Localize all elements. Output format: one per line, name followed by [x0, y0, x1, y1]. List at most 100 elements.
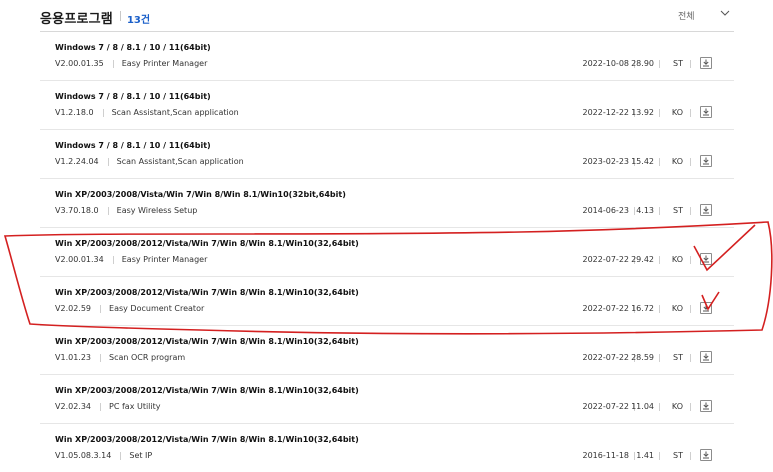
version-label: V3.70.18.0	[55, 206, 99, 215]
program-name: Scan OCR program	[109, 353, 186, 362]
download-button[interactable]	[700, 400, 712, 412]
divider	[659, 256, 660, 264]
download-button[interactable]	[700, 253, 712, 265]
version-label: V2.00.01.35	[55, 59, 104, 68]
language-code: ST	[673, 59, 683, 68]
table-row: Win XP/2003/2008/2012/Vista/Win 7/Win 8/…	[40, 277, 734, 326]
program-name: Easy Printer Manager	[121, 59, 208, 68]
divider	[690, 60, 691, 68]
os-label: Win XP/2003/2008/2012/Vista/Win 7/Win 8/…	[55, 435, 359, 444]
version-label: V1.05.08.3.14	[55, 451, 112, 460]
file-size: 15.42	[631, 157, 654, 166]
divider	[659, 207, 660, 215]
program-name: Set IP	[129, 451, 153, 460]
divider	[690, 109, 691, 117]
release-date: 2022-07-22	[582, 402, 630, 411]
language-code: ST	[673, 206, 683, 215]
program-name: PC fax Utility	[109, 402, 161, 411]
table-row: Win XP/2003/2008/2012/Vista/Win 7/Win 8/…	[40, 228, 734, 277]
version-label: V2.00.01.34	[55, 255, 104, 264]
download-icon	[703, 353, 709, 361]
divider	[690, 403, 691, 411]
table-row: Win XP/2003/2008/2012/Vista/Win 7/Win 8/…	[40, 424, 734, 468]
filter-value: 전체	[678, 12, 695, 22]
version-label: V2.02.34	[55, 402, 92, 411]
program-name: Scan Assistant,Scan application	[116, 157, 244, 166]
os-label: Windows 7 / 8 / 8.1 / 10 / 11(64bit)	[55, 43, 211, 52]
download-button[interactable]	[700, 106, 712, 118]
program-list: Windows 7 / 8 / 8.1 / 10 / 11(64bit) V2.0…	[40, 32, 734, 468]
download-button[interactable]	[700, 57, 712, 69]
divider	[107, 207, 109, 215]
version-label: V2.02.59	[55, 304, 92, 313]
divider	[659, 305, 660, 313]
os-label: Win XP/2003/2008/2012/Vista/Win 7/Win 8/…	[55, 337, 359, 346]
release-date: 2022-07-22	[582, 353, 630, 362]
divider	[100, 305, 102, 313]
language-code: KO	[671, 255, 683, 264]
table-row: Windows 7 / 8 / 8.1 / 10 / 11(64bit) V2.0…	[40, 32, 734, 81]
download-button[interactable]	[700, 351, 712, 363]
file-size: 28.59	[631, 353, 654, 362]
release-date: 2023-02-23	[582, 157, 630, 166]
file-size: 1.41	[636, 451, 654, 460]
divider	[112, 60, 114, 68]
program-name: Scan Assistant,Scan application	[111, 108, 239, 117]
language-code: KO	[671, 304, 683, 313]
divider	[634, 207, 635, 215]
os-filter-select[interactable]: 전체	[678, 6, 734, 24]
version-label: V1.2.18.0	[55, 108, 94, 117]
release-date: 2022-10-08	[582, 59, 630, 68]
divider	[100, 403, 102, 411]
divider	[690, 354, 691, 362]
release-date: 2022-07-22	[582, 255, 630, 264]
download-icon	[703, 206, 709, 214]
program-name: Easy Printer Manager	[121, 255, 208, 264]
divider	[659, 60, 660, 68]
divider	[112, 256, 114, 264]
os-label: Win XP/2003/2008/Vista/Win 7/Win 8/Win 8…	[55, 190, 346, 199]
divider	[634, 452, 635, 460]
table-row: Win XP/2003/2008/2012/Vista/Win 7/Win 8/…	[40, 326, 734, 375]
table-row: Windows 7 / 8 / 8.1 / 10 / 11(64bit) V1.2…	[40, 130, 734, 179]
divider	[690, 158, 691, 166]
chevron-down-icon	[720, 10, 730, 16]
version-label: V1.01.23	[55, 353, 92, 362]
os-label: Windows 7 / 8 / 8.1 / 10 / 11(64bit)	[55, 141, 211, 150]
file-size: 11.04	[631, 402, 654, 411]
file-size: 13.92	[631, 108, 654, 117]
program-name: Easy Document Creator	[109, 304, 205, 313]
os-label: Windows 7 / 8 / 8.1 / 10 / 11(64bit)	[55, 92, 211, 101]
download-button[interactable]	[700, 204, 712, 216]
release-date: 2022-12-22	[582, 108, 630, 117]
os-label: Win XP/2003/2008/2012/Vista/Win 7/Win 8/…	[55, 288, 359, 297]
list-header: 응용프로그램 13건 전체	[40, 0, 734, 32]
download-button[interactable]	[700, 449, 712, 461]
divider	[690, 452, 691, 460]
divider	[100, 354, 102, 362]
divider	[107, 158, 109, 166]
divider	[102, 109, 104, 117]
file-size: 29.42	[631, 255, 654, 264]
divider	[659, 403, 660, 411]
file-size: 4.13	[636, 206, 654, 215]
language-code: KO	[671, 402, 683, 411]
version-label: V1.2.24.04	[55, 157, 99, 166]
divider	[659, 354, 660, 362]
page-title: 응용프로그램	[40, 12, 113, 27]
result-count: 13건	[126, 15, 151, 26]
divider	[690, 256, 691, 264]
divider	[119, 11, 121, 21]
download-button[interactable]	[700, 155, 712, 167]
download-icon	[703, 451, 709, 459]
table-row: Windows 7 / 8 / 8.1 / 10 / 11(64bit) V1.2…	[40, 81, 734, 130]
divider	[659, 452, 660, 460]
table-row: Win XP/2003/2008/2012/Vista/Win 7/Win 8/…	[40, 375, 734, 424]
language-code: KO	[671, 157, 683, 166]
release-date: 2016-11-18	[582, 451, 630, 460]
download-button[interactable]	[700, 302, 712, 314]
download-icon	[703, 402, 709, 410]
divider	[659, 158, 660, 166]
os-label: Win XP/2003/2008/2012/Vista/Win 7/Win 8/…	[55, 239, 359, 248]
language-code: ST	[673, 353, 683, 362]
